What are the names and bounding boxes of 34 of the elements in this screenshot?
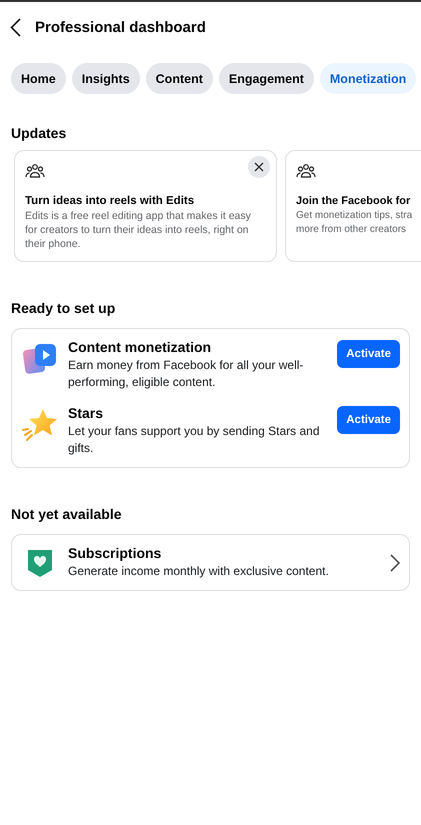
tab[interactable]: Home (11, 63, 66, 94)
close-icon (254, 162, 264, 172)
card-text: Edits is a free reel editing app that makes it easy for creators to turn their ideas into reels, right on their phone. (25, 209, 252, 251)
tab[interactable]: Monetization (320, 63, 416, 94)
people-icon (25, 163, 45, 179)
section-heading: Updates (10, 125, 68, 141)
star-icon (22, 408, 58, 442)
item-title: Stars (68, 405, 104, 421)
item-title: Subscriptions (68, 545, 162, 561)
close-button[interactable] (248, 156, 270, 178)
back-button[interactable] (10, 18, 21, 36)
update-card[interactable]: Turn ideas into reels with Edits Edits is a free reel editing app that makes it easy for creators to turn their ideas into reels, right on their phone. (14, 150, 277, 262)
page-title: Professional dashboard (35, 18, 206, 36)
item-description: Let your fans support you by sending Stars and gifts. (68, 423, 320, 457)
card-text: more from other creators (296, 223, 408, 237)
item-title: Content monetization (68, 339, 212, 355)
tab[interactable]: Engagement (218, 63, 314, 94)
card-text: Get monetization tips, stra (296, 209, 411, 223)
back-icon (10, 18, 21, 36)
heart-shield-icon (27, 548, 53, 578)
activate-button[interactable]: Activate (337, 406, 400, 434)
section-heading: Ready to set up (10, 300, 116, 316)
tab[interactable]: Insights (72, 63, 140, 94)
item-description: Generate income monthly with exclusive content. (68, 563, 330, 580)
activate-button[interactable]: Activate (337, 340, 400, 368)
video-icon (22, 342, 58, 376)
update-card[interactable]: Join the Facebook for Get monetization tips, stra more from other creators (285, 150, 421, 262)
card-title: Join the Facebook for (296, 195, 411, 207)
card-title: Turn ideas into reels with Edits (25, 195, 196, 207)
section-heading: Not yet available (10, 506, 122, 522)
tab[interactable]: Content (146, 63, 213, 94)
item-description: Earn money from Facebook for all your well-performing, eligible content. (68, 357, 304, 391)
people-icon (296, 163, 316, 179)
chevron-right-icon[interactable] (390, 554, 400, 572)
